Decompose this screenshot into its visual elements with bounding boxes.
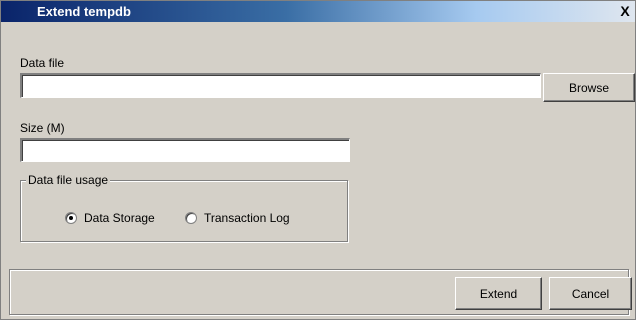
radio-transaction-log-label: Transaction Log	[204, 211, 290, 225]
radio-data-storage[interactable]: Data Storage	[65, 211, 155, 225]
radio-selected-icon[interactable]	[65, 212, 77, 224]
close-icon: X	[620, 3, 630, 19]
data-file-usage-label: Data file usage	[26, 173, 111, 187]
title-bar[interactable]: Extend tempdb X	[1, 1, 635, 22]
extend-button[interactable]: Extend	[455, 277, 542, 310]
radio-transaction-log[interactable]: Transaction Log	[185, 211, 290, 225]
cancel-button[interactable]: Cancel	[549, 277, 632, 310]
extend-tempdb-dialog: Extend tempdb X Data file Browse Size (M…	[0, 0, 636, 320]
radio-data-storage-label: Data Storage	[84, 211, 155, 225]
radio-unselected-icon[interactable]	[185, 212, 197, 224]
browse-button[interactable]: Browse	[543, 73, 635, 102]
dialog-title: Extend tempdb	[37, 4, 131, 19]
data-file-label: Data file	[20, 56, 65, 70]
close-button[interactable]: X	[617, 3, 633, 19]
data-file-input[interactable]	[20, 73, 541, 98]
size-input[interactable]	[20, 138, 350, 162]
size-label: Size (M)	[20, 121, 65, 135]
